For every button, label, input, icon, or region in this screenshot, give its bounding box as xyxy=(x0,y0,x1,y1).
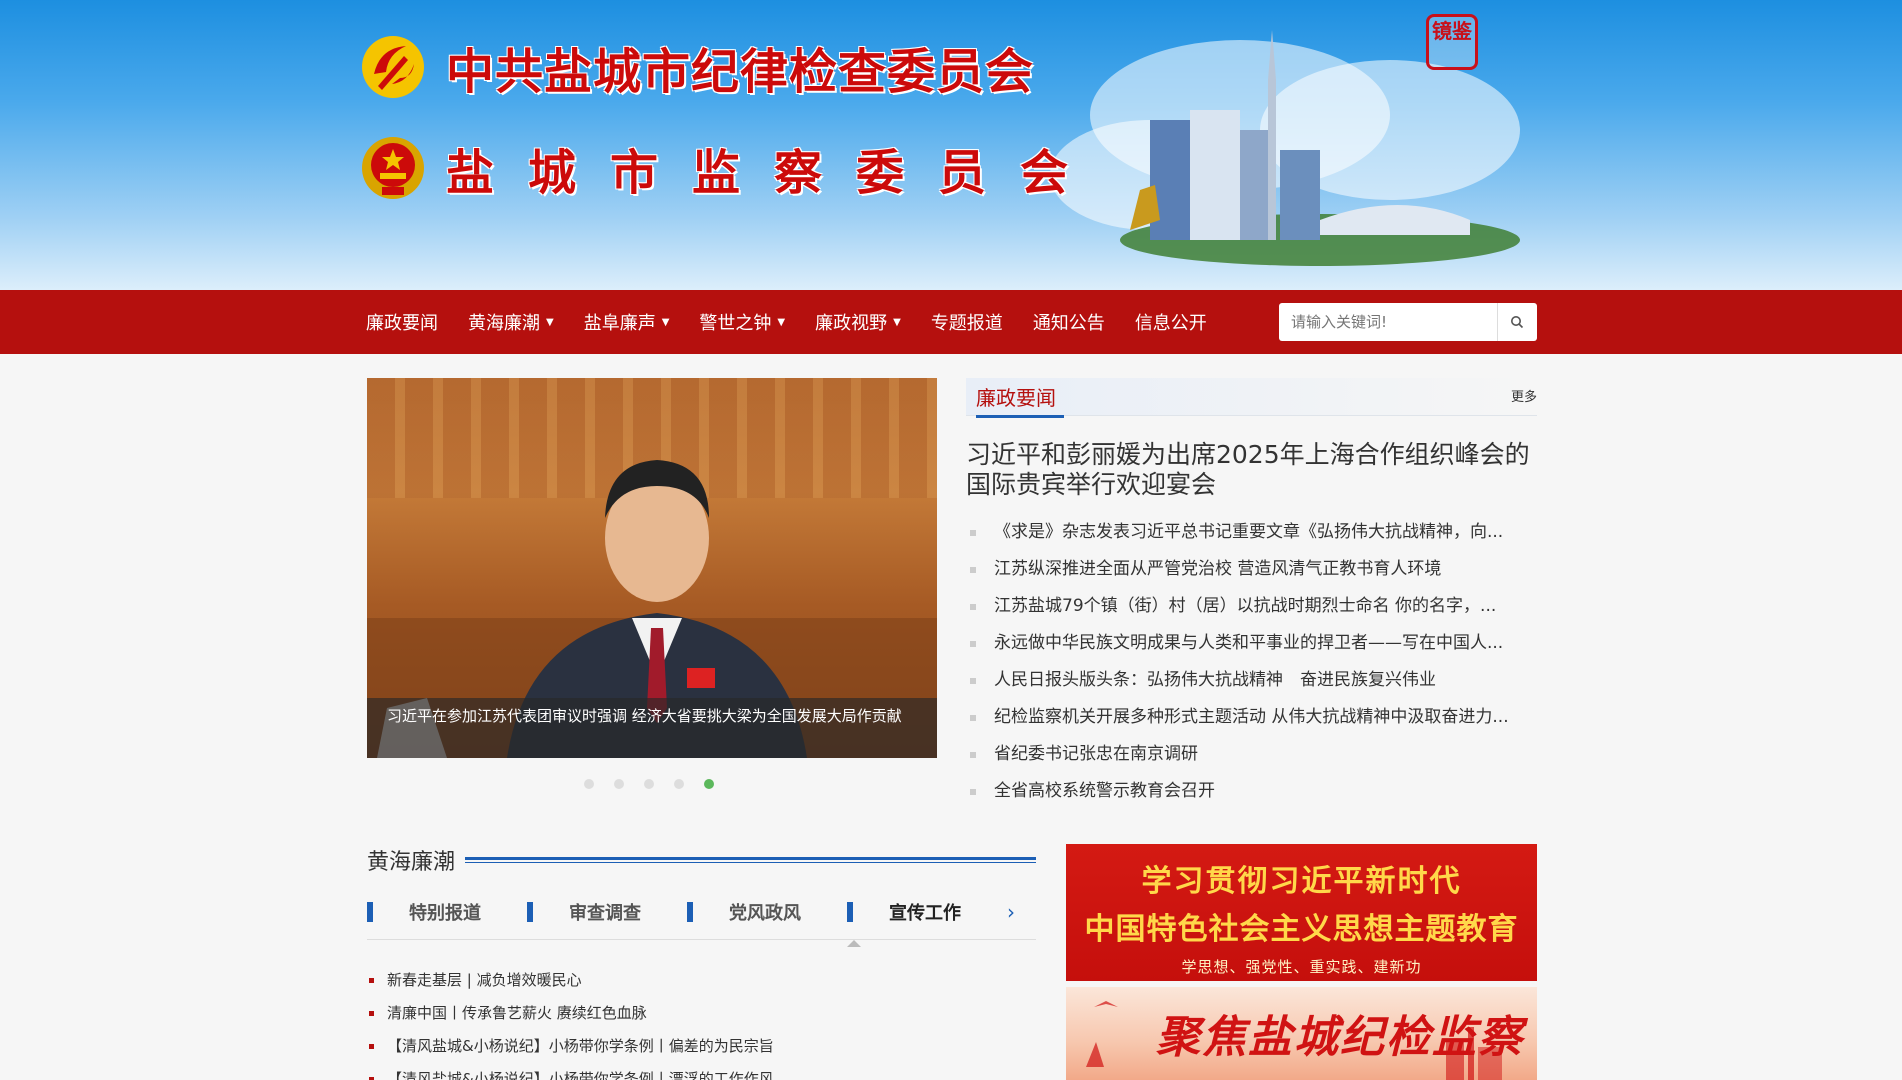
section-divider xyxy=(465,857,1036,863)
news-headline[interactable]: 习近平和彭丽媛为出席2025年上海合作组织峰会的国际贵宾举行欢迎宴会 xyxy=(966,440,1537,500)
tab-marker xyxy=(527,901,533,922)
chevron-right-icon[interactable]: › xyxy=(1007,900,1015,924)
nav-item-huanghai[interactable]: 黄海廉潮 ▼ xyxy=(468,309,554,335)
news-carousel[interactable]: 习近平在参加江苏代表团审议时强调 经济大省要挑大梁为全国发展大局作贡献 xyxy=(367,378,937,758)
news-section-title: 廉政要闻 xyxy=(976,382,1064,418)
list-item[interactable]: 【清风盐城&小杨说纪】小杨带你学条例丨漂浮的工作作风 xyxy=(367,1063,1036,1080)
huanghai-section-header: 黄海廉潮 xyxy=(367,842,1036,878)
main-nav: 廉政要闻 黄海廉潮 ▼ 盐阜廉声 ▼ 警世之钟 ▼ 廉政视野 ▼ 专题报道 通知公告 信… xyxy=(0,290,1902,354)
nav-item-label: 黄海廉潮 xyxy=(468,313,540,334)
huanghai-section: 黄海廉潮 特别报道 审查调查 党风政风 宣传工作 › 新春走基层 | 减负增效暖… xyxy=(367,842,1036,1080)
tab-marker xyxy=(847,901,853,922)
more-link[interactable]: 更多 xyxy=(1511,386,1537,405)
carousel-dot[interactable] xyxy=(584,779,594,789)
caret-down-icon: ▼ xyxy=(661,316,670,328)
carousel-pagination xyxy=(584,779,734,789)
nav-item-label: 廉政视野 xyxy=(815,313,888,334)
focus-yancheng-banner[interactable]: 聚焦盐城纪检监察 xyxy=(1066,987,1537,1080)
banner-line-1: 学习贯彻习近平新时代 xyxy=(1141,864,1462,899)
list-item[interactable]: 清廉中国丨传承鲁艺薪火 赓续红色血脉 xyxy=(367,997,1036,1030)
carousel-dot-active[interactable] xyxy=(704,779,714,789)
tab-special-reports[interactable]: 特别报道 xyxy=(367,899,527,925)
tab-label: 党风政风 xyxy=(729,902,801,924)
nav-item-shiye[interactable]: 廉政视野 ▼ xyxy=(815,309,901,335)
tab-publicity[interactable]: 宣传工作 xyxy=(847,899,1007,947)
city-skyline-illustration xyxy=(1120,30,1520,266)
nav-item-lianzheng-news[interactable]: 廉政要闻 xyxy=(366,309,438,335)
title-row-discipline: 中共盐城市纪律检查委员会 xyxy=(360,32,1034,102)
banner-title: 聚焦盐城纪检监察 xyxy=(1156,1012,1524,1063)
tab-label: 审查调查 xyxy=(569,902,641,924)
search-box xyxy=(1279,303,1537,341)
theme-education-banner[interactable]: 学习贯彻习近平新时代 中国特色社会主义思想主题教育 学思想、强党性、重实践、建新… xyxy=(1066,844,1537,981)
news-list-item[interactable]: 纪检监察机关开展多种形式主题活动 从伟大抗战精神中汲取奋进力... xyxy=(966,699,1537,736)
caret-down-icon: ▼ xyxy=(777,316,786,328)
nav-item-label: 盐阜廉声 xyxy=(583,313,656,334)
news-list: 《求是》杂志发表习近平总书记重要文章《弘扬伟大抗战精神，向... 江苏纵深推进全… xyxy=(966,514,1537,810)
nav-item-label: 警世之钟 xyxy=(699,313,772,334)
search-input[interactable] xyxy=(1279,303,1497,341)
nav-item-label: 专题报道 xyxy=(930,313,1003,334)
title-row-supervision: 盐城市监察委员会 xyxy=(360,133,1102,203)
tab-marker xyxy=(367,901,373,922)
search-icon xyxy=(1510,316,1523,329)
tab-label: 宣传工作 xyxy=(889,902,961,924)
news-panel: 廉政要闻 更多 习近平和彭丽媛为出席2025年上海合作组织峰会的国际贵宾举行欢迎… xyxy=(966,378,1537,810)
news-list-item[interactable]: 《求是》杂志发表习近平总书记重要文章《弘扬伟大抗战精神，向... xyxy=(966,514,1537,551)
list-item[interactable]: 【清风盐城&小杨说纪】小杨带你学条例丨偏差的为民宗旨 xyxy=(367,1030,1036,1063)
site-header: 中共盐城市纪律检查委员会 盐城市监察委员会 镜鉴 xyxy=(0,0,1902,290)
nav-items: 廉政要闻 黄海廉潮 ▼ 盐阜廉声 ▼ 警世之钟 ▼ 廉政视野 ▼ 专题报道 通知公告 信… xyxy=(366,290,1237,354)
caret-down-icon: ▼ xyxy=(546,316,554,328)
section-title: 黄海廉潮 xyxy=(367,850,456,875)
nav-item-label: 廉政要闻 xyxy=(366,313,438,334)
nav-item-notices[interactable]: 通知公告 xyxy=(1033,309,1105,335)
title-line-1: 中共盐城市纪律检查委员会 xyxy=(446,44,1035,100)
list-item[interactable]: 新春走基层 | 减负增效暖民心 xyxy=(367,964,1036,997)
carousel-caption[interactable]: 习近平在参加江苏代表团审议时强调 经济大省要挑大梁为全国发展大局作贡献 xyxy=(367,698,937,758)
banner-line-3: 学思想、强党性、重实践、建新功 xyxy=(1181,958,1422,976)
carousel-dot[interactable] xyxy=(644,779,654,789)
title-line-2: 盐城市监察委员会 xyxy=(446,145,1103,201)
news-list-item[interactable]: 江苏纵深推进全面从严管党治校 营造风清气正教书育人环境 xyxy=(966,551,1537,588)
party-emblem-icon xyxy=(360,34,426,100)
news-list-item[interactable]: 江苏盐城79个镇（街）村（居）以抗战时期烈士命名 你的名字，... xyxy=(966,588,1537,625)
tab-investigation[interactable]: 审查调查 xyxy=(527,899,687,925)
tab-party-conduct[interactable]: 党风政风 xyxy=(687,899,847,925)
carousel-dot[interactable] xyxy=(614,779,624,789)
nav-item-yanfu[interactable]: 盐阜廉声 ▼ xyxy=(584,309,670,335)
section-news-list: 新春走基层 | 减负增效暖民心 清廉中国丨传承鲁艺薪火 赓续红色血脉 【清风盐城… xyxy=(367,964,1036,1080)
news-list-item[interactable]: 全省高校系统警示教育会召开 xyxy=(966,773,1537,810)
banner-line-2: 中国特色社会主义思想主题教育 xyxy=(1084,912,1519,947)
news-panel-header: 廉政要闻 更多 xyxy=(966,378,1537,418)
nav-item-label: 信息公开 xyxy=(1134,313,1207,334)
nav-item-info-disclosure[interactable]: 信息公开 xyxy=(1135,309,1207,335)
tab-marker xyxy=(687,901,693,922)
nav-item-special-reports[interactable]: 专题报道 xyxy=(931,309,1003,335)
news-list-item[interactable]: 省纪委书记张忠在南京调研 xyxy=(966,736,1537,773)
news-list-item[interactable]: 人民日报头版头条：弘扬伟大抗战精神 奋进民族复兴伟业 xyxy=(966,662,1537,699)
tab-label: 特别报道 xyxy=(409,902,481,924)
search-button[interactable] xyxy=(1497,303,1535,341)
carousel-dot[interactable] xyxy=(674,779,684,789)
national-emblem-icon xyxy=(360,135,426,201)
caret-down-icon: ▼ xyxy=(893,316,901,328)
nav-item-label: 通知公告 xyxy=(1032,313,1105,334)
section-tabs: 特别报道 审查调查 党风政风 宣传工作 › xyxy=(367,884,1036,947)
mirror-seal-logo: 镜鉴 xyxy=(1426,14,1478,70)
nav-item-jingshi[interactable]: 警世之钟 ▼ xyxy=(699,309,785,335)
news-list-item[interactable]: 永远做中华民族文明成果与人类和平事业的捍卫者——写在中国人... xyxy=(966,625,1537,662)
